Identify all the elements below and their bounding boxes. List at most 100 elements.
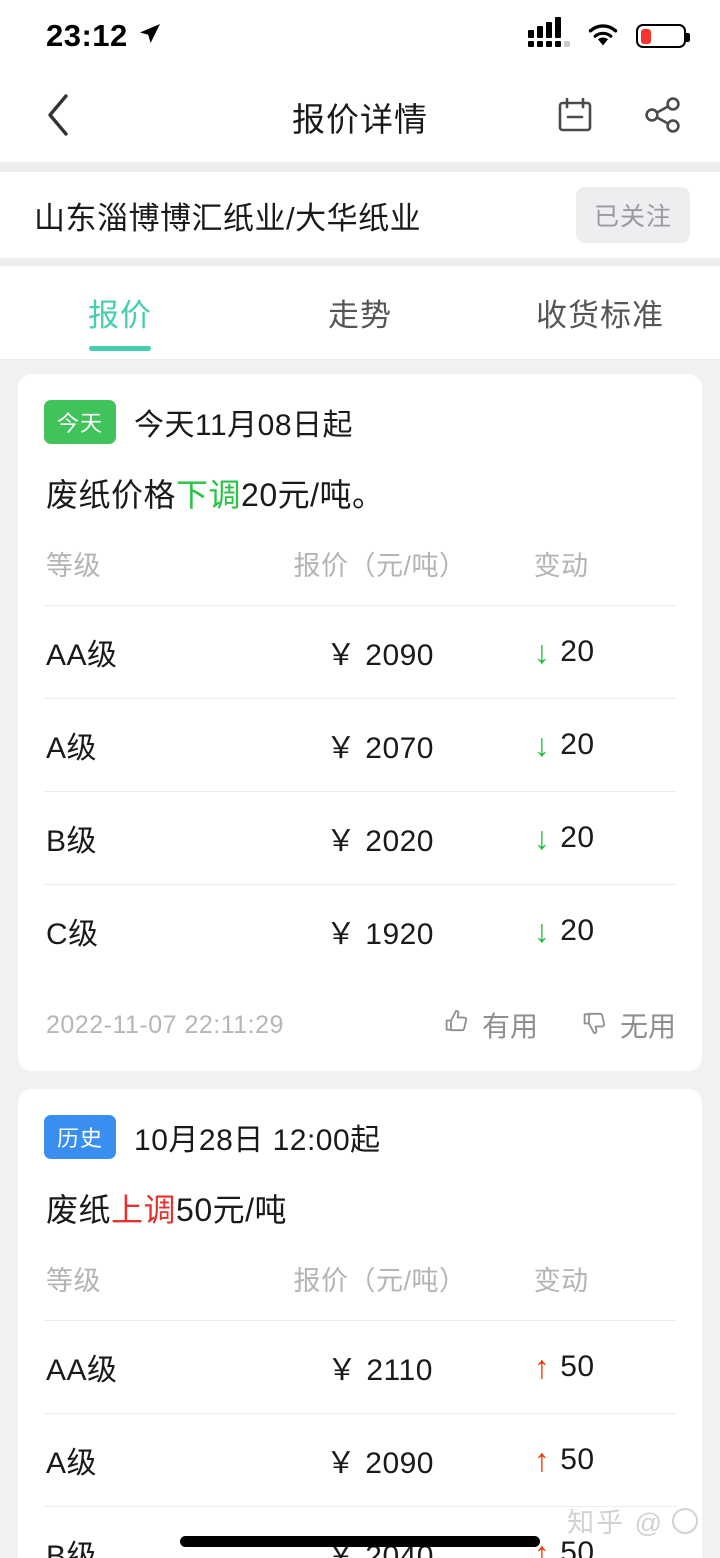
arrow-up-icon: ↑ [533,1349,551,1385]
cell-grade: B级 [44,1506,247,1558]
battery-low-icon [636,24,690,48]
cell-price: ￥ 1920 [246,884,512,977]
price-table: 等级 报价（元/吨） 变动 AA级 ￥ 2090 ↓ 20 A级 ￥ 2070 … [44,538,676,977]
calendar-minus-icon [554,94,596,141]
header-change: 变动 [533,551,589,581]
cell-change: ↑ 50 [511,1413,676,1507]
status-bar: 23:12 [0,0,720,72]
quote-summary: 废纸价格下调20元/吨。 [46,470,676,516]
summary-highlight: 上调 [111,1192,177,1228]
change-value: 50 [560,1443,595,1476]
quote-summary: 废纸上调50元/吨 [46,1185,676,1231]
table-row: C级 ￥ 1920 ↓ 20 [44,884,676,977]
useless-label: 无用 [619,1011,676,1042]
status-badge: 历史 [44,1115,117,1159]
quote-card-header: 今天 今天11月08日起 [44,400,676,444]
quote-effective-date: 今天11月08日起 [134,409,354,442]
summary-suffix: 50元/吨 [176,1192,288,1228]
useful-button[interactable]: 有用 [442,1005,538,1045]
summary-prefix: 废纸 [46,1192,112,1228]
cell-price: ￥ 2110 [246,1320,512,1414]
wifi-icon [586,21,620,52]
summary-highlight: 下调 [176,477,242,513]
cell-price: ￥ 2020 [246,791,512,885]
cell-change: ↓ 20 [511,884,676,977]
navigation-bar: 报价详情 [0,72,720,162]
change-value: 20 [560,728,595,761]
change-value: 20 [560,821,595,854]
cell-grade: A级 [44,698,247,792]
home-indicator[interactable] [180,1536,540,1547]
status-bar-left: 23:12 [46,18,162,54]
table-row: A级 ￥ 2090 ↑ 50 [44,1413,676,1507]
quote-card[interactable]: 历史 10月28日 12:00起 废纸上调50元/吨 等级 报价（元/吨） 变动… [18,1089,702,1558]
table-row: A级 ￥ 2070 ↓ 20 [44,698,676,792]
quote-effective-date: 10月28日 12:00起 [134,1124,381,1157]
quote-card-footer: 2022-11-07 22:11:29 有用 无用 [44,977,676,1071]
summary-suffix: 20元/吨。 [241,477,385,513]
cell-grade: B级 [44,791,247,885]
cell-change: ↓ 20 [511,605,676,699]
app-root: 23:12 报价详情 山东淄博博汇纸业/大华纸业 已关注 报价 走势 收货标准 … [0,0,720,1558]
table-row: AA级 ￥ 2090 ↓ 20 [44,605,676,699]
arrow-down-icon: ↓ [533,913,551,949]
useless-button[interactable]: 无用 [580,1005,676,1045]
cell-change: ↑ 50 [511,1320,676,1414]
share-button[interactable] [640,94,686,140]
cell-price: ￥ 2040 [246,1506,512,1558]
company-name: 山东淄博博汇纸业/大华纸业 [34,200,422,236]
status-badge: 今天 [44,400,117,444]
watermark-avatar-icon [672,1507,698,1534]
watermark-text: 知乎 @ [567,1508,664,1538]
back-button[interactable] [30,89,86,145]
cell-price: ￥ 2090 [246,1413,512,1507]
calendar-button[interactable] [552,94,598,140]
tab-receiving-standard[interactable]: 收货标准 [480,266,720,359]
cell-grade: AA级 [44,605,247,699]
tab-quotes[interactable]: 报价 [0,266,240,359]
summary-prefix: 废纸价格 [46,477,177,513]
company-row[interactable]: 山东淄博博汇纸业/大华纸业 已关注 [0,172,720,258]
follow-button[interactable]: 已关注 [575,187,690,243]
share-nodes-icon [642,94,684,141]
cell-grade: C级 [44,884,247,977]
cell-price: ￥ 2070 [246,698,512,792]
tab-bar: 报价 走势 收货标准 [0,266,720,360]
arrow-up-icon: ↑ [533,1442,551,1478]
quote-timestamp: 2022-11-07 22:11:29 [46,1010,284,1039]
status-bar-clock: 23:12 [46,18,128,53]
location-arrow-icon [138,22,162,51]
chevron-left-icon [45,93,71,142]
status-bar-right [528,17,690,52]
header-divider [0,162,720,172]
watermark: 知乎 @ [567,1501,698,1540]
header-price: 报价（元/吨） [293,1266,467,1296]
change-value: 20 [560,914,595,947]
header-grade: 等级 [46,1266,101,1296]
header-price: 报价（元/吨） [293,551,467,581]
tab-trend[interactable]: 走势 [240,266,480,359]
change-value: 50 [560,1350,595,1383]
quote-card-header: 历史 10月28日 12:00起 [44,1115,676,1159]
company-divider [0,258,720,266]
arrow-down-icon: ↓ [533,634,551,670]
change-value: 20 [560,635,595,668]
table-header-row: 等级 报价（元/吨） 变动 [44,1253,676,1321]
table-header-row: 等级 报价（元/吨） 变动 [44,538,676,606]
quote-card[interactable]: 今天 今天11月08日起 废纸价格下调20元/吨。 等级 报价（元/吨） 变动 … [18,374,702,1071]
cell-change: ↓ 20 [511,791,676,885]
useful-label: 有用 [481,1011,538,1042]
header-change: 变动 [533,1266,589,1296]
quote-card-list: 今天 今天11月08日起 废纸价格下调20元/吨。 等级 报价（元/吨） 变动 … [0,360,720,1558]
cell-change: ↓ 20 [511,698,676,792]
table-row: B级 ￥ 2020 ↓ 20 [44,791,676,885]
thumbs-down-icon [580,1007,610,1044]
cellular-signal-icon [528,17,570,47]
feedback-actions: 有用 无用 [442,1005,676,1045]
arrow-down-icon: ↓ [533,820,551,856]
header-grade: 等级 [46,551,101,581]
thumbs-up-icon [442,1007,472,1044]
cell-grade: AA级 [44,1320,247,1414]
cell-price: ￥ 2090 [246,605,512,699]
cell-grade: A级 [44,1413,247,1507]
